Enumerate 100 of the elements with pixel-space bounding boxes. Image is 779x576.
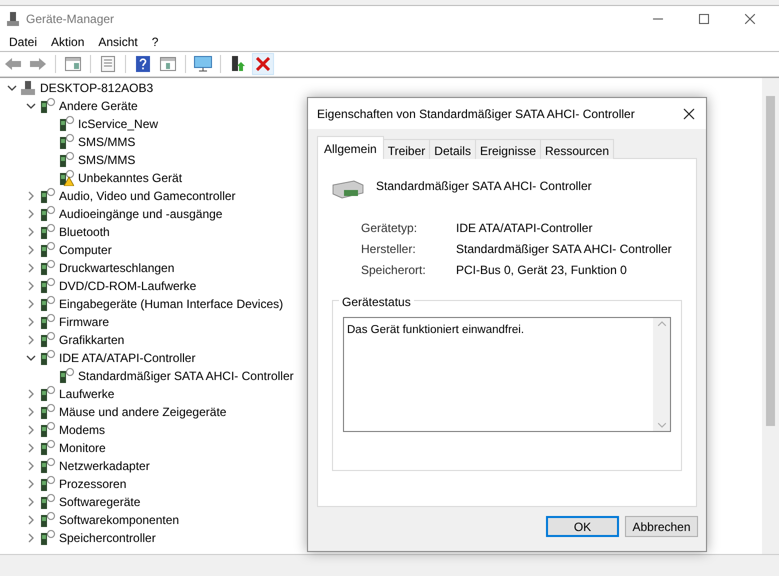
device-icon [39, 350, 55, 366]
uninstall-button[interactable] [252, 53, 274, 75]
expand-icon[interactable] [26, 425, 36, 435]
property-label: Hersteller: [361, 241, 417, 255]
device-icon [39, 476, 55, 492]
menu-item[interactable]: Datei [2, 30, 44, 52]
tree-item[interactable]: Speichercontroller [58, 529, 157, 547]
device-icon [39, 530, 55, 546]
tree-item[interactable]: Standardmäßiger SATA AHCI- Controller [77, 367, 295, 385]
property-label: Gerätetyp: [361, 220, 418, 234]
close-icon [745, 14, 755, 24]
scroll-up-icon[interactable] [658, 321, 666, 326]
expand-icon[interactable] [26, 191, 36, 201]
tree-item[interactable]: Bluetooth [58, 223, 111, 241]
window-icon [65, 57, 81, 71]
device-icon [39, 278, 55, 294]
scrollbar[interactable] [653, 318, 670, 431]
help-icon [136, 56, 150, 72]
expand-icon[interactable] [26, 227, 36, 237]
window-icon [160, 57, 176, 71]
expand-icon[interactable] [26, 335, 36, 345]
device-icon [39, 386, 55, 402]
tree-item[interactable]: Unbekanntes Gerät [77, 169, 184, 187]
menu-item[interactable]: Ansicht [91, 30, 145, 52]
expand-icon[interactable] [26, 461, 36, 471]
device-icon [39, 98, 55, 114]
app-icon [6, 11, 20, 27]
tree-item[interactable]: DVD/CD-ROM-Laufwerke [58, 277, 198, 295]
property-value: IDE ATA/ATAPI-Controller [456, 220, 592, 234]
scroll-thumb[interactable] [766, 96, 775, 426]
tree-item[interactable]: Softwaregeräte [58, 493, 142, 511]
expand-icon[interactable] [26, 515, 36, 525]
expand-icon[interactable] [26, 245, 36, 255]
tree-item[interactable]: Audio, Video und Gamecontroller [58, 187, 237, 205]
expand-icon[interactable] [26, 497, 36, 507]
tree-item[interactable]: IcService_New [77, 115, 160, 133]
menu-item[interactable]: Aktion [44, 30, 92, 52]
expand-icon[interactable] [26, 281, 36, 291]
dialog-title: Eigenschaften von Standardmäßiger SATA AHCI- Controller [317, 106, 636, 122]
expand-icon[interactable] [26, 479, 36, 489]
delete-icon [256, 57, 270, 71]
scroll-down-icon[interactable] [658, 423, 666, 428]
device-icon [39, 314, 55, 330]
tree-item[interactable]: Eingabegeräte (Human Interface Devices) [58, 295, 284, 313]
collapse-icon[interactable] [7, 83, 17, 93]
tab[interactable]: Treiber [382, 139, 430, 159]
tab[interactable]: Allgemein [317, 136, 384, 159]
device-icon [39, 494, 55, 510]
tree-item[interactable]: Computer [58, 241, 113, 259]
tree-item[interactable]: SMS/MMS [77, 151, 136, 169]
tab[interactable]: Details [429, 139, 476, 159]
expand-icon[interactable] [26, 533, 36, 543]
tree-item[interactable]: SMS/MMS [77, 133, 136, 151]
expand-icon[interactable] [26, 389, 36, 399]
document-icon [101, 56, 115, 72]
tree-item[interactable]: Grafikkarten [58, 331, 126, 349]
device-icon [39, 512, 55, 528]
tree-item[interactable]: Druckwarteschlangen [58, 259, 176, 277]
status-text-field[interactable]: Das Gerät funktioniert einwandfrei. [343, 317, 671, 432]
expand-icon[interactable] [26, 209, 36, 219]
tree-item[interactable]: Modems [58, 421, 106, 439]
expand-icon[interactable] [26, 443, 36, 453]
collapse-icon[interactable] [26, 101, 36, 111]
expand-icon[interactable] [26, 407, 36, 417]
expand-icon[interactable] [26, 263, 36, 273]
property-value: Standardmäßiger SATA AHCI- Controller [456, 241, 672, 255]
device-icon [58, 152, 74, 168]
maximize-icon [699, 14, 709, 24]
collapse-icon[interactable] [26, 353, 36, 363]
menu-item[interactable]: ? [144, 30, 166, 52]
tree-item[interactable]: Laufwerke [58, 385, 116, 403]
device-icon [39, 332, 55, 348]
tree-item[interactable]: Prozessoren [58, 475, 128, 493]
device-icon [58, 134, 74, 150]
tree-item[interactable]: Softwarekomponenten [58, 511, 180, 529]
upload-icon [231, 56, 245, 72]
tree-item[interactable]: DESKTOP-812AOB3 [39, 79, 154, 97]
tree-item[interactable]: Audioeingänge und -ausgänge [58, 205, 224, 223]
device-icon [39, 404, 55, 420]
scrollbar[interactable] [762, 78, 779, 554]
tree-item[interactable]: Andere Geräte [58, 97, 139, 115]
tree-item[interactable]: Mäuse und andere Zeigegeräte [58, 403, 228, 421]
tree-item[interactable]: Firmware [58, 313, 110, 331]
property-value: PCI-Bus 0, Gerät 23, Funktion 0 [456, 262, 627, 276]
tree-item[interactable]: IDE ATA/ATAPI-Controller [58, 349, 196, 367]
computer-icon [20, 80, 36, 96]
monitor-icon [194, 56, 212, 72]
ok-button[interactable]: OK [546, 516, 619, 537]
tree-item[interactable]: Monitore [58, 439, 107, 457]
device-icon [39, 224, 55, 240]
tab[interactable]: Ressourcen [540, 139, 614, 159]
expand-icon[interactable] [26, 317, 36, 327]
cancel-button[interactable]: Abbrechen [625, 516, 698, 537]
device-icon [39, 296, 55, 312]
device-icon [39, 440, 55, 456]
tab[interactable]: Ereignisse [474, 139, 541, 159]
forward-icon [29, 57, 47, 71]
expand-icon[interactable] [26, 299, 36, 309]
tree-item[interactable]: Netzwerkadapter [58, 457, 151, 475]
device-icon [39, 260, 55, 276]
